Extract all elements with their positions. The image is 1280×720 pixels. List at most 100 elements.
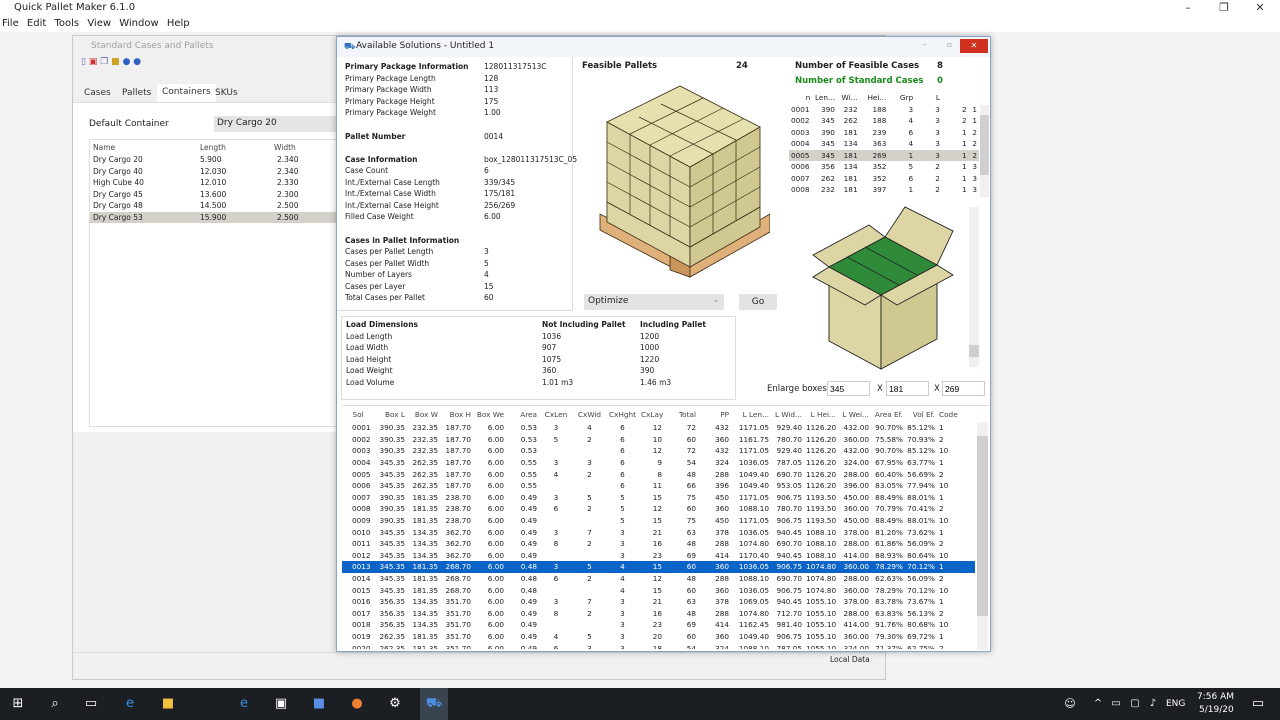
network-icon[interactable]: ▢ [1127, 696, 1143, 712]
table-row[interactable]: 0008 232 181 397 1 2 1 3 [789, 184, 979, 196]
search-icon[interactable]: ⌕ [47, 696, 63, 712]
column-header[interactable]: Box W [407, 406, 440, 422]
close-button[interactable]: ✕ [1242, 0, 1278, 16]
firefox-icon[interactable]: ● [349, 696, 365, 712]
menu-view[interactable]: View [87, 18, 111, 29]
tab-cases[interactable]: Cases [84, 88, 111, 98]
column-header[interactable]: Hei... [860, 92, 889, 104]
table-row[interactable]: 0001 390 232 188 3 3 2 1 [789, 104, 979, 116]
column-header[interactable]: Len... [812, 92, 837, 104]
people-icon[interactable]: ☺ [1062, 696, 1078, 712]
maximize-button[interactable]: ▫ [937, 40, 962, 49]
clock-time[interactable]: 7:56 AM [1197, 692, 1234, 702]
column-header[interactable] [969, 92, 979, 104]
folder-icon[interactable]: ■ [111, 57, 120, 67]
column-header[interactable]: Wi... [837, 92, 860, 104]
column-header[interactable]: Grp [888, 92, 915, 104]
table-row[interactable]: 0006 345.35 262.35 187.70 6.00 0.55 6 11 66 396 10… [342, 480, 975, 492]
table-row[interactable]: 0004 345.35 262.35 187.70 6.00 0.55 3 3 6 9 54 324 1… [342, 457, 975, 469]
column-header[interactable]: L Wei... [838, 406, 871, 422]
chevron-up-icon[interactable]: ^ [1090, 696, 1106, 712]
cases-scrollbar[interactable] [980, 105, 989, 197]
table-row[interactable]: 0007 390.35 181.35 238.70 6.00 0.49 3 5 5 15 75 450… [342, 492, 975, 504]
column-header[interactable]: Code [937, 406, 975, 422]
column-header[interactable]: n [789, 92, 812, 104]
column-header[interactable]: Area [506, 406, 539, 422]
optimize-select[interactable]: Optimize ⌄ [584, 294, 724, 310]
table-row[interactable]: 0002 390.35 232.35 187.70 6.00 0.53 5 2 6 10 60 360… [342, 434, 975, 446]
solutions-scrollbar[interactable] [977, 422, 988, 650]
menu-edit[interactable]: Edit [27, 18, 46, 29]
column-header[interactable]: Vol Ef. [905, 406, 937, 422]
table-row[interactable]: 0012 345.35 134.35 362.70 6.00 0.49 3 23 69 414 11… [342, 550, 975, 562]
tab-skus[interactable]: SKUs [215, 88, 238, 98]
enlarge-width-input[interactable] [886, 381, 929, 396]
table-row[interactable]: 0010 345.35 134.35 362.70 6.00 0.49 3 7 3 21 63 378… [342, 526, 975, 538]
column-header[interactable]: CxHght [606, 406, 639, 422]
minimize-button[interactable]: – [1170, 0, 1206, 16]
table-row[interactable]: 0015 345.35 181.35 268.70 6.00 0.48 4 15 60 360 10… [342, 584, 975, 596]
import-icon[interactable]: ● [123, 57, 131, 67]
menu-tools[interactable]: Tools [54, 18, 79, 29]
settings-icon[interactable]: ⚙ [387, 696, 403, 712]
table-row[interactable]: 0005 345 181 269 1 3 1 2 [789, 149, 979, 161]
table-row[interactable]: 0014 345.35 181.35 268.70 6.00 0.48 6 2 4 12 48 288… [342, 573, 975, 585]
default-container-select[interactable]: Dry Cargo 20 [214, 116, 339, 132]
table-row[interactable]: 0011 345.35 134.35 362.70 6.00 0.49 8 2 3 16 48 288… [342, 538, 975, 550]
quick-pallet-maker-taskbar-icon[interactable]: ⛟ [420, 688, 448, 720]
export-icon[interactable]: ● [133, 57, 141, 67]
clock-date[interactable]: 5/19/20 [1199, 705, 1234, 715]
language-indicator[interactable]: ENG [1166, 699, 1185, 709]
table-row[interactable]: 0019 262.35 181.35 351.70 6.00 0.49 4 5 3 20 60 360… [342, 631, 975, 643]
column-header[interactable]: CxLay [639, 406, 664, 422]
table-row[interactable]: 0004 345 134 363 4 3 1 2 [789, 138, 979, 150]
new-icon[interactable]: ▯ [81, 57, 86, 67]
menu-file[interactable]: File [2, 18, 19, 29]
go-button[interactable]: Go [739, 294, 777, 310]
tab-containers[interactable]: Containers [157, 84, 216, 102]
list-item[interactable]: Dry Cargo 48 14.500 2.500 [90, 200, 338, 212]
file-explorer-icon[interactable]: ■ [160, 696, 176, 712]
terminal-icon[interactable]: ▣ [273, 696, 289, 712]
app-icon[interactable]: ■ [311, 696, 327, 712]
start-icon[interactable]: ⊞ [10, 696, 26, 712]
copy-icon[interactable]: ❐ [100, 57, 108, 67]
column-header[interactable]: L [915, 92, 942, 104]
table-row[interactable]: 0016 356.35 134.35 351.70 6.00 0.49 3 7 3 21 63 378… [342, 596, 975, 608]
pallet-3d-view[interactable] [595, 82, 770, 287]
column-header[interactable] [942, 92, 969, 104]
maximize-button[interactable]: ❐ [1206, 0, 1242, 16]
enlarge-height-input[interactable] [942, 381, 985, 396]
ie-icon[interactable]: e [236, 696, 252, 712]
list-item[interactable]: Dry Cargo 53 15.900 2.500 [90, 211, 338, 223]
available-solutions-window[interactable]: ⛟ Available Solutions - Untitled 1 – ▫ ✕… [336, 36, 991, 652]
column-header[interactable]: L Len... [731, 406, 771, 422]
battery-icon[interactable]: ▭ [1108, 696, 1124, 712]
window-title-bar[interactable]: ⛟ Available Solutions - Untitled 1 – ▫ ✕ [337, 37, 990, 57]
table-row[interactable]: 0013 345.35 181.35 268.70 6.00 0.48 3 5 4 15 60 360… [342, 561, 975, 573]
notifications-icon[interactable]: ▭ [1250, 696, 1266, 712]
list-item[interactable]: Dry Cargo 40 12.030 2.340 [90, 166, 338, 178]
column-header[interactable]: L Wid... [771, 406, 804, 422]
task-view-icon[interactable]: ▭ [83, 696, 99, 712]
tab-pallets[interactable]: Pallets [122, 88, 151, 98]
table-row[interactable]: 0017 356.35 134.35 351.70 6.00 0.49 8 2 3 16 48 288… [342, 608, 975, 620]
list-item[interactable]: Dry Cargo 20 5.900 2.340 [90, 154, 338, 166]
delete-icon[interactable]: ▣ [89, 57, 98, 67]
list-item[interactable]: Dry Cargo 45 13.600 2.300 [90, 189, 338, 201]
preview-scrollbar[interactable] [969, 207, 979, 367]
menu-help[interactable]: Help [167, 18, 190, 29]
col-width[interactable]: Width [274, 142, 296, 154]
case-3d-view[interactable] [809, 205, 959, 373]
table-row[interactable]: 0005 345.35 262.35 187.70 6.00 0.55 4 2 6 8 48 288 1… [342, 468, 975, 480]
col-name[interactable]: Name [93, 142, 115, 154]
table-row[interactable]: 0001 390.35 232.35 187.70 6.00 0.53 3 4 6 12 72 432… [342, 422, 975, 434]
column-header[interactable]: Box We [473, 406, 506, 422]
column-header[interactable]: PP [698, 406, 731, 422]
edge-icon[interactable]: e [122, 696, 138, 712]
column-header[interactable]: CxWid [573, 406, 606, 422]
column-header[interactable]: Area Ef. [871, 406, 905, 422]
list-item[interactable]: High Cube 40 12.010 2.330 [90, 177, 338, 189]
col-length[interactable]: Length [200, 142, 226, 154]
table-row[interactable]: 0003 390.35 232.35 187.70 6.00 0.53 6 12 72 432 11… [342, 445, 975, 457]
